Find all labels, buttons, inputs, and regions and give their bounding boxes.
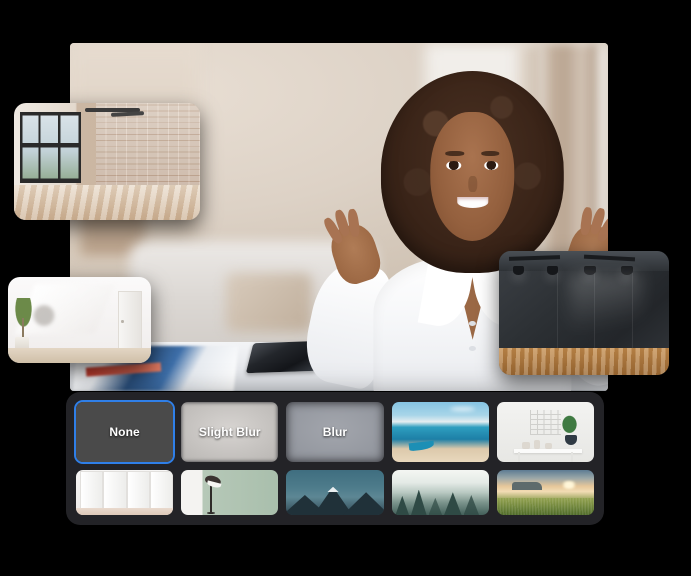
decor-object bbox=[533, 439, 540, 450]
dark-gallery-preview[interactable] bbox=[499, 251, 669, 375]
spotlight-icon bbox=[512, 265, 525, 275]
background-option-slight-blur[interactable]: Slight Blur bbox=[181, 402, 279, 462]
eye-left bbox=[446, 161, 461, 171]
eye-right bbox=[484, 161, 499, 171]
lamp-base bbox=[207, 512, 216, 515]
table-leg bbox=[518, 451, 521, 462]
background-options-grid: None Slight Blur Blur bbox=[76, 402, 594, 515]
background-cushion bbox=[226, 272, 313, 332]
light-glow bbox=[570, 273, 642, 348]
background-selector-panel: None Slight Blur Blur bbox=[66, 392, 604, 525]
floor bbox=[76, 507, 174, 515]
background-option-label: Slight Blur bbox=[198, 424, 261, 439]
potted-plant bbox=[559, 413, 581, 437]
mesa-rock bbox=[512, 482, 542, 490]
background-option-forest[interactable] bbox=[391, 469, 489, 515]
background-option-white-doors[interactable] bbox=[76, 469, 174, 515]
pine-tree bbox=[428, 497, 443, 515]
table-leg bbox=[570, 451, 573, 462]
loft-brick-room-preview[interactable] bbox=[14, 103, 200, 220]
sunset-thumbnail bbox=[496, 469, 594, 515]
presenter-face bbox=[430, 112, 515, 241]
shelf-room-thumbnail bbox=[496, 402, 594, 462]
door bbox=[79, 471, 104, 509]
background-option-beach[interactable] bbox=[391, 402, 489, 462]
nose bbox=[468, 176, 477, 192]
loft-image bbox=[14, 103, 200, 220]
eyebrow-right bbox=[481, 150, 500, 156]
wall-panel-seam bbox=[556, 273, 558, 351]
white-doors-thumbnail bbox=[76, 469, 174, 515]
background-option-sunset[interactable] bbox=[496, 469, 594, 515]
pine-tree bbox=[411, 489, 427, 515]
sun-icon bbox=[560, 481, 577, 489]
background-option-label: Blur bbox=[322, 424, 348, 439]
blouse-button bbox=[469, 320, 477, 326]
door bbox=[149, 471, 174, 509]
door bbox=[103, 471, 127, 509]
wall-grid-frame bbox=[529, 410, 561, 436]
boat bbox=[408, 441, 435, 453]
decor-object bbox=[522, 441, 530, 450]
pine-tree bbox=[463, 494, 480, 515]
plant-pot bbox=[564, 435, 577, 445]
white-room-image bbox=[8, 277, 151, 363]
gallery-image bbox=[499, 251, 669, 375]
background-option-shelf-room[interactable] bbox=[496, 402, 594, 462]
cloud bbox=[449, 406, 476, 411]
background-option-label: None bbox=[109, 424, 140, 439]
background-option-lamp-wall[interactable] bbox=[181, 469, 279, 515]
smile bbox=[457, 196, 488, 209]
beach-thumbnail bbox=[391, 402, 489, 462]
composition-stage: None Slight Blur Blur bbox=[0, 0, 691, 576]
forest-thumbnail bbox=[391, 469, 489, 515]
mountain-peak bbox=[342, 492, 384, 515]
blouse-button bbox=[469, 346, 477, 352]
wood-floor bbox=[14, 184, 200, 220]
background-option-blur[interactable]: Blur bbox=[286, 402, 384, 462]
white-room-preview[interactable] bbox=[8, 277, 151, 363]
door bbox=[126, 471, 150, 509]
lamp-wall-thumbnail bbox=[181, 469, 279, 515]
eyebrow-left bbox=[445, 150, 465, 156]
pine-tree bbox=[444, 492, 462, 515]
wood-floor bbox=[8, 348, 151, 363]
wood-floor bbox=[499, 347, 669, 375]
mountains-thumbnail bbox=[286, 469, 384, 515]
background-option-mountains[interactable] bbox=[286, 469, 384, 515]
window-grid bbox=[19, 112, 81, 183]
background-option-none[interactable]: None bbox=[76, 402, 174, 462]
grass-field bbox=[496, 497, 594, 515]
pine-tree bbox=[395, 495, 410, 515]
snow-cap bbox=[327, 486, 339, 493]
